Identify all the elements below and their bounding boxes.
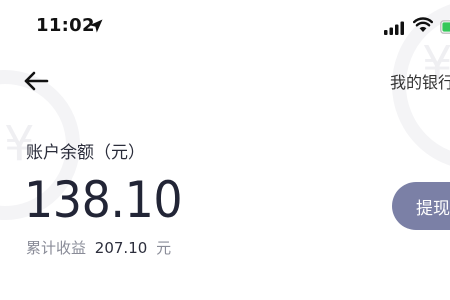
earnings-label: 累计收益: [26, 239, 87, 257]
my-bank-link[interactable]: 我的银行: [390, 69, 450, 93]
back-button[interactable]: [20, 66, 52, 96]
wallet-screen: ¥ ¥ 11:02 我的银行 账户余额（元） 138.10 累计收益 207.1…: [0, 0, 450, 300]
wifi-icon: [413, 17, 433, 33]
cellular-signal-icon: [384, 20, 406, 35]
arrow-left-icon: [24, 71, 49, 91]
status-time: 11:02: [36, 15, 95, 36]
cumulative-earnings: 累计收益 207.10 元: [26, 237, 171, 258]
earnings-unit: 元: [156, 239, 172, 257]
balance-amount: 138.10: [24, 171, 183, 229]
battery-icon: [440, 19, 450, 34]
location-arrow-icon: [88, 18, 104, 34]
withdraw-button[interactable]: 提现: [392, 182, 450, 230]
balance-label: 账户余额（元）: [26, 143, 145, 163]
status-bar: 11:02: [0, 0, 450, 54]
withdraw-button-label: 提现: [416, 198, 450, 219]
earnings-value: 207.10: [94, 239, 148, 257]
